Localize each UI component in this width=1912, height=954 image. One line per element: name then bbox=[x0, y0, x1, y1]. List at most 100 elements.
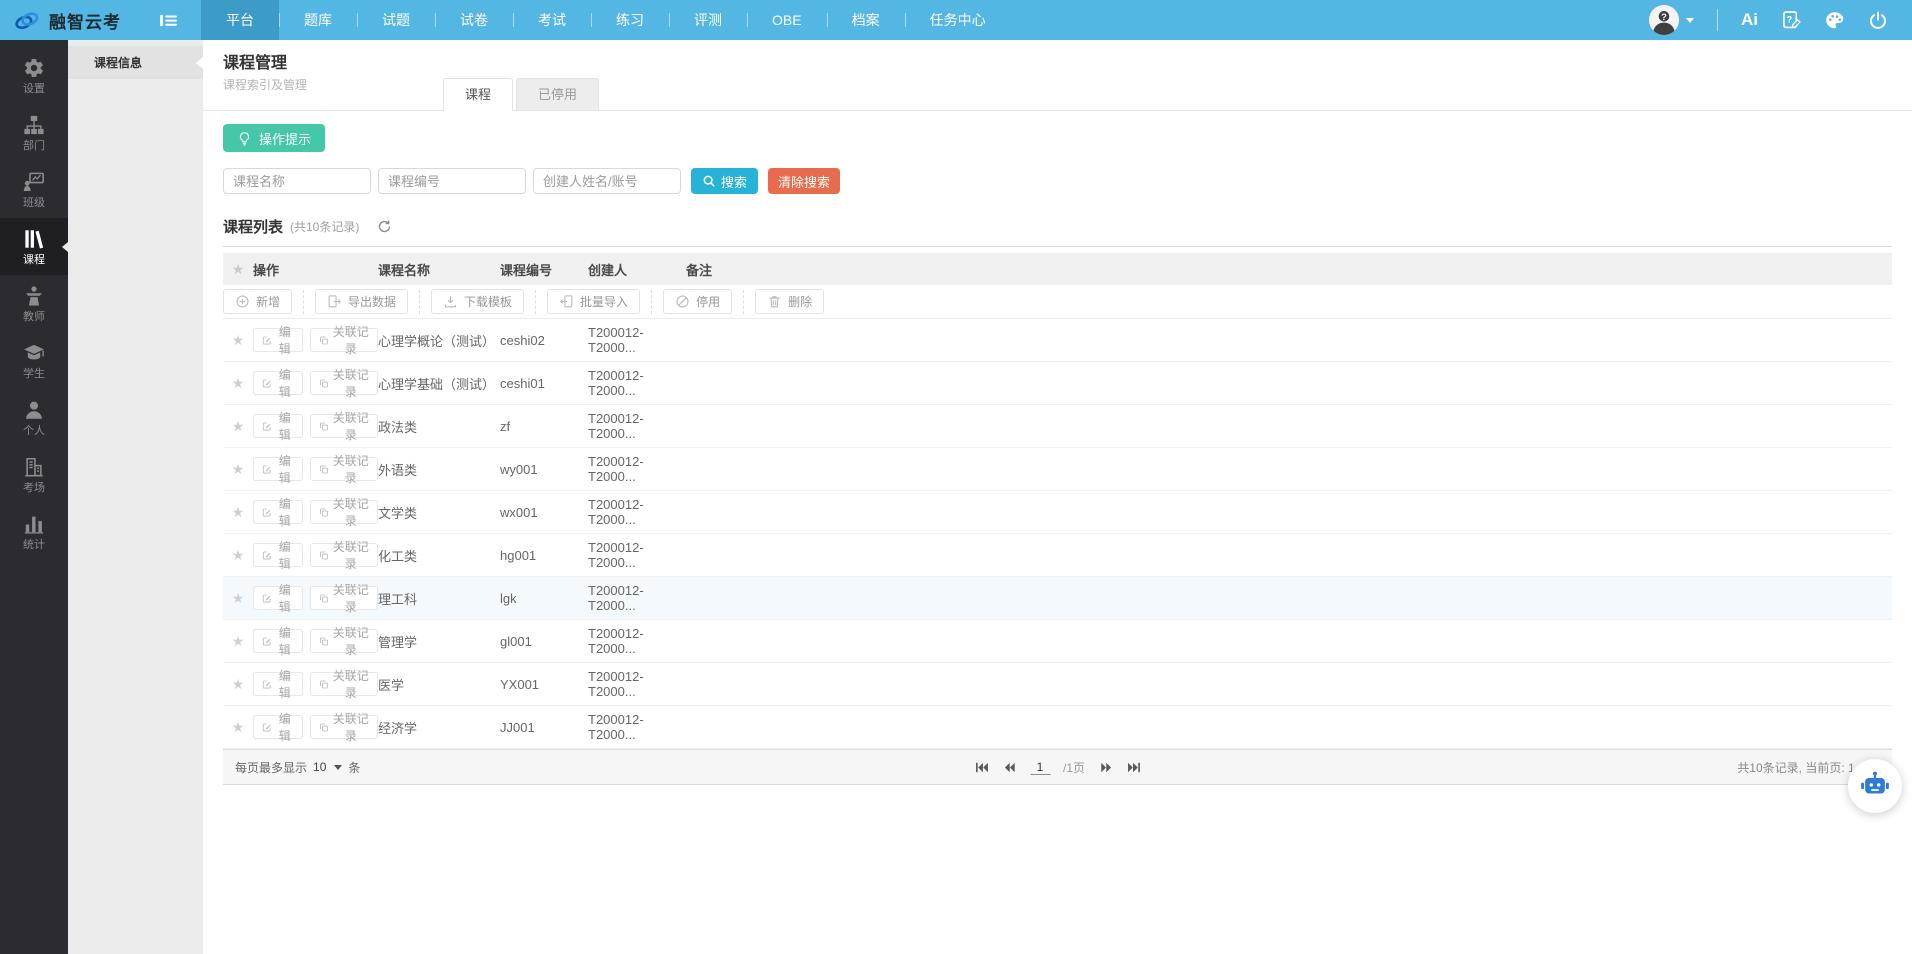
edit-button[interactable]: 编辑 bbox=[253, 457, 303, 481]
topnav-item[interactable]: 试题 bbox=[357, 0, 435, 40]
sidebar-item-students[interactable]: 学生 bbox=[0, 332, 68, 389]
next-page-button[interactable] bbox=[1098, 761, 1113, 774]
relation-records-button[interactable]: 关联记录 bbox=[310, 586, 378, 610]
sidebar-item-departments[interactable]: 部门 bbox=[0, 104, 68, 161]
relation-records-button[interactable]: 关联记录 bbox=[310, 457, 378, 481]
collapse-menu-icon[interactable] bbox=[160, 0, 177, 40]
edit-button[interactable]: 编辑 bbox=[253, 328, 303, 352]
star-icon[interactable]: ★ bbox=[223, 418, 253, 435]
sidebar-item-personal[interactable]: 个人 bbox=[0, 389, 68, 446]
add-button[interactable]: 新增 bbox=[223, 289, 292, 314]
topnav-item[interactable]: 任务中心 bbox=[905, 0, 1011, 40]
edit-button[interactable]: 编辑 bbox=[253, 543, 303, 567]
creator-input[interactable] bbox=[533, 168, 681, 194]
edit-button[interactable]: 编辑 bbox=[253, 672, 303, 696]
table-row[interactable]: ★ 编辑 关联记录 医学 YX001 bbox=[223, 663, 1892, 706]
relation-records-button[interactable]: 关联记录 bbox=[310, 629, 378, 653]
page-size-select[interactable]: 10 bbox=[313, 760, 342, 774]
sidebar-item-exam-rooms[interactable]: 考场 bbox=[0, 446, 68, 503]
relation-records-button[interactable]: 关联记录 bbox=[310, 414, 378, 438]
topnav-item[interactable]: 试卷 bbox=[435, 0, 513, 40]
relation-records-button[interactable]: 关联记录 bbox=[310, 543, 378, 567]
search-button[interactable]: 搜索 bbox=[691, 168, 758, 194]
last-page-button[interactable] bbox=[1126, 761, 1141, 774]
table-row[interactable]: ★ 编辑 关联记录 心理学基础（测试） cesh bbox=[223, 362, 1892, 405]
edit-button[interactable]: 编辑 bbox=[253, 414, 303, 438]
subsidebar-item-course-info[interactable]: 课程信息 bbox=[68, 46, 203, 79]
prev-page-button[interactable] bbox=[1002, 761, 1017, 774]
export-data-button[interactable]: 导出数据 bbox=[315, 289, 408, 314]
topnav-item[interactable]: 练习 bbox=[591, 0, 669, 40]
list-count: (共10条记录) bbox=[290, 218, 359, 235]
table-footer: 每页最多显示 10 条 1 /1页 bbox=[223, 749, 1892, 785]
delete-button[interactable]: 删除 bbox=[755, 289, 824, 314]
topnav-item[interactable]: 平台 bbox=[201, 0, 279, 40]
avatar[interactable]: ? bbox=[1649, 5, 1679, 35]
table-row[interactable]: ★ 编辑 关联记录 化工类 hg001 bbox=[223, 534, 1892, 577]
sidebar-item-label: 班级 bbox=[23, 198, 45, 209]
relation-records-button[interactable]: 关联记录 bbox=[310, 328, 378, 352]
table-row[interactable]: ★ 编辑 关联记录 理工科 lgk bbox=[223, 577, 1892, 620]
sidebar-item-courses[interactable]: 课程 bbox=[0, 218, 68, 275]
star-icon[interactable]: ★ bbox=[223, 461, 253, 478]
topnav-item[interactable]: 档案 bbox=[827, 0, 905, 40]
course-code-input[interactable] bbox=[378, 168, 526, 194]
relation-records-button[interactable]: 关联记录 bbox=[310, 371, 378, 395]
table-row[interactable]: ★ 编辑 关联记录 心理学概论（测试） cesh bbox=[223, 319, 1892, 362]
topbar: 融智云考 平台 题库 试题 试卷 考试 练习 评测 OBE 档案 任务中心 bbox=[0, 0, 1912, 40]
list-header: 课程列表 (共10条记录) bbox=[223, 216, 1892, 247]
table-row[interactable]: ★ 编辑 关联记录 政法类 zf bbox=[223, 405, 1892, 448]
topnav-item[interactable]: OBE bbox=[747, 0, 827, 40]
star-icon[interactable]: ★ bbox=[223, 547, 253, 564]
sidebar-item-settings[interactable]: 设置 bbox=[0, 47, 68, 104]
relation-records-button[interactable]: 关联记录 bbox=[310, 715, 378, 739]
user-menu[interactable]: ? bbox=[1649, 5, 1694, 35]
table-row[interactable]: ★ 编辑 关联记录 经济学 JJ001 bbox=[223, 706, 1892, 749]
assistant-robot-button[interactable] bbox=[1848, 759, 1902, 813]
course-name-input[interactable] bbox=[223, 168, 371, 194]
tab[interactable]: 已停用 bbox=[516, 78, 599, 111]
table-row[interactable]: ★ 编辑 关联记录 管理学 gl001 bbox=[223, 620, 1892, 663]
edit-button[interactable]: 编辑 bbox=[253, 629, 303, 653]
sidebar-item-statistics[interactable]: 统计 bbox=[0, 503, 68, 560]
sidebar-item-teachers[interactable]: 教师 bbox=[0, 275, 68, 332]
topnav-item[interactable]: 考试 bbox=[513, 0, 591, 40]
course-name: 外语类 bbox=[378, 460, 500, 479]
edit-button[interactable]: 编辑 bbox=[253, 715, 303, 739]
star-icon[interactable]: ★ bbox=[223, 332, 253, 349]
ai-icon[interactable]: Ai bbox=[1741, 10, 1758, 30]
course-code: lgk bbox=[500, 591, 588, 606]
power-icon[interactable] bbox=[1868, 10, 1888, 30]
edit-button[interactable]: 编辑 bbox=[253, 586, 303, 610]
table-row[interactable]: ★ 编辑 关联记录 外语类 wy001 bbox=[223, 448, 1892, 491]
star-icon[interactable]: ★ bbox=[223, 375, 253, 392]
tab[interactable]: 课程 bbox=[443, 78, 513, 111]
disable-button[interactable]: 停用 bbox=[663, 289, 732, 314]
relation-button-label: 关联记录 bbox=[333, 624, 369, 658]
palette-icon[interactable] bbox=[1824, 10, 1845, 31]
column-course-name: 课程名称 bbox=[378, 260, 500, 279]
download-template-button[interactable]: 下载模板 bbox=[431, 289, 524, 314]
current-page-input[interactable]: 1 bbox=[1030, 760, 1050, 775]
topnav-item[interactable]: 题库 bbox=[279, 0, 357, 40]
table-row[interactable]: ★ 编辑 关联记录 文学类 wx001 bbox=[223, 491, 1892, 534]
help-feedback-icon[interactable]: ? bbox=[1781, 10, 1801, 30]
star-icon[interactable]: ★ bbox=[223, 504, 253, 521]
relation-records-button[interactable]: 关联记录 bbox=[310, 672, 378, 696]
star-icon[interactable]: ★ bbox=[223, 590, 253, 607]
star-icon[interactable]: ★ bbox=[223, 633, 253, 650]
tips-button[interactable]: 操作提示 bbox=[223, 124, 325, 152]
batch-import-button[interactable]: 批量导入 bbox=[547, 289, 640, 314]
clear-search-button[interactable]: 清除搜索 bbox=[768, 168, 840, 194]
refresh-icon[interactable] bbox=[377, 219, 392, 234]
topnav-item[interactable]: 评测 bbox=[669, 0, 747, 40]
edit-button-label: 编辑 bbox=[276, 581, 294, 615]
sidebar-item-classes[interactable]: 班级 bbox=[0, 161, 68, 218]
star-icon[interactable]: ★ bbox=[223, 676, 253, 693]
edit-button[interactable]: 编辑 bbox=[253, 371, 303, 395]
course-creator: T200012-T2000... bbox=[588, 368, 686, 398]
first-page-button[interactable] bbox=[974, 761, 989, 774]
star-icon[interactable]: ★ bbox=[223, 719, 253, 736]
relation-records-button[interactable]: 关联记录 bbox=[310, 500, 378, 524]
edit-button[interactable]: 编辑 bbox=[253, 500, 303, 524]
